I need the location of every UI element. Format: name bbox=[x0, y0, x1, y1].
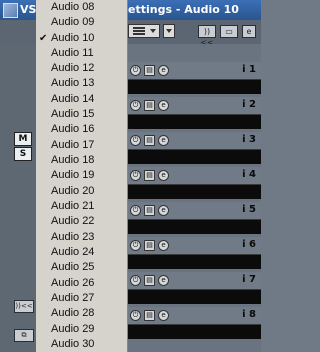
track-row[interactable]: ⏻ ▤ e i 6 bbox=[128, 237, 261, 271]
edit-icon[interactable]: e bbox=[158, 240, 169, 251]
track-header: ⏻ ▤ e i 3 bbox=[128, 132, 261, 149]
track-meter bbox=[128, 79, 261, 94]
track-number: i 3 bbox=[242, 134, 256, 145]
track-header: ⏻ ▤ e i 1 bbox=[128, 62, 261, 79]
edit-icon[interactable]: e bbox=[158, 205, 169, 216]
power-icon[interactable]: ⏻ bbox=[130, 135, 141, 146]
track-meter bbox=[128, 324, 261, 339]
app-icon[interactable] bbox=[3, 3, 18, 18]
menu-item[interactable]: Audio 26 bbox=[36, 276, 128, 291]
track-header: ⏻ ▤ e i 5 bbox=[128, 202, 261, 219]
menu-item[interactable]: Audio 27 bbox=[36, 291, 128, 306]
read-icon[interactable]: ▤ bbox=[144, 310, 155, 321]
track-row[interactable]: ⏻ ▤ e i 2 bbox=[128, 97, 261, 131]
menu-item[interactable]: Audio 28 bbox=[36, 306, 128, 321]
read-icon[interactable]: ▤ bbox=[144, 275, 155, 286]
track-number: i 7 bbox=[242, 274, 256, 285]
track-number: i 2 bbox=[242, 99, 256, 110]
track-header: ⏻ ▤ e i 2 bbox=[128, 97, 261, 114]
power-icon[interactable]: ⏻ bbox=[130, 65, 141, 76]
menu-item[interactable]: Audio 16 bbox=[36, 122, 128, 137]
track-meter bbox=[128, 114, 261, 129]
track-row[interactable]: ⏻ ▤ e i 1 bbox=[128, 62, 261, 96]
menu-item[interactable]: Audio 14 bbox=[36, 92, 128, 107]
track-meter bbox=[128, 289, 261, 304]
menu-item[interactable]: Audio 15 bbox=[36, 107, 128, 122]
read-icon[interactable]: ▤ bbox=[144, 65, 155, 76]
power-icon[interactable]: ⏻ bbox=[130, 240, 141, 251]
track-number: i 5 bbox=[242, 204, 256, 215]
edit-icon[interactable]: e bbox=[158, 170, 169, 181]
window-title: ettings - Audio 10 bbox=[128, 3, 239, 16]
menu-item[interactable]: Audio 19 bbox=[36, 168, 128, 183]
menu-item[interactable]: Audio 22 bbox=[36, 214, 128, 229]
input-monitor-button[interactable]: ))<< bbox=[198, 25, 216, 47]
power-icon[interactable]: ⏻ bbox=[130, 170, 141, 181]
mute-toggle[interactable]: M bbox=[14, 132, 32, 146]
track-header: ⏻ ▤ e i 4 bbox=[128, 167, 261, 184]
menu-item[interactable]: Audio 21 bbox=[36, 199, 128, 214]
menu-item[interactable]: Audio 30 bbox=[36, 337, 128, 352]
power-icon[interactable]: ⏻ bbox=[130, 310, 141, 321]
solo-toggle[interactable]: S bbox=[14, 147, 32, 161]
track-meter bbox=[128, 149, 261, 164]
track-row[interactable]: ⏻ ▤ e i 5 bbox=[128, 202, 261, 236]
track-number: i 6 bbox=[242, 239, 256, 250]
list-lines-icon bbox=[133, 27, 145, 36]
read-icon[interactable]: ▤ bbox=[144, 170, 155, 181]
window-title-prefix: VS bbox=[20, 3, 37, 16]
inspector-strip: M S ))<< ⧉ bbox=[0, 44, 37, 352]
track-header: ⏻ ▤ e i 6 bbox=[128, 237, 261, 254]
menu-item[interactable]: Audio 18 bbox=[36, 153, 128, 168]
edit-icon[interactable]: e bbox=[242, 25, 256, 38]
power-icon[interactable]: ⏻ bbox=[130, 275, 141, 286]
chevron-down-icon bbox=[150, 29, 156, 33]
track-row[interactable]: ⏻ ▤ e i 7 bbox=[128, 272, 261, 306]
menu-item[interactable]: Audio 12 bbox=[36, 61, 128, 76]
view-options-dropdown[interactable] bbox=[128, 24, 160, 38]
power-icon[interactable]: ⏻ bbox=[130, 100, 141, 111]
menu-item[interactable]: Audio 11 bbox=[36, 46, 128, 61]
edit-icon[interactable]: e bbox=[158, 135, 169, 146]
edit-icon[interactable]: e bbox=[158, 275, 169, 286]
menu-item[interactable]: Audio 13 bbox=[36, 76, 128, 91]
track-number: i 1 bbox=[242, 64, 256, 75]
menu-item[interactable]: Audio 09 bbox=[36, 15, 128, 30]
edit-icon[interactable]: e bbox=[158, 100, 169, 111]
layout-button[interactable]: ⧉ bbox=[14, 329, 34, 342]
track-row[interactable]: ⏻ ▤ e i 3 bbox=[128, 132, 261, 166]
menu-item[interactable]: Audio 24 bbox=[36, 245, 128, 260]
channel-dropdown-menu: Audio 08 Audio 09 ✔ Audio 10 Audio 11 Aud… bbox=[36, 0, 128, 352]
chevron-down-icon bbox=[166, 29, 172, 33]
track-meter bbox=[128, 254, 261, 269]
extra-dropdown[interactable] bbox=[163, 24, 175, 38]
menu-item[interactable]: Audio 29 bbox=[36, 322, 128, 337]
track-header: ⏻ ▤ e i 7 bbox=[128, 272, 261, 289]
track-row[interactable]: ⏻ ▤ e i 8 bbox=[128, 307, 261, 341]
track-header: ⏻ ▤ e i 8 bbox=[128, 307, 261, 324]
menu-item[interactable]: Audio 25 bbox=[36, 260, 128, 275]
track-meter bbox=[128, 219, 261, 234]
edit-icon[interactable]: e bbox=[158, 65, 169, 76]
checkmark-icon: ✔ bbox=[39, 33, 48, 44]
menu-item[interactable]: Audio 17 bbox=[36, 138, 128, 153]
menu-item[interactable]: Audio 20 bbox=[36, 184, 128, 199]
track-row[interactable]: ⏻ ▤ e i 4 bbox=[128, 167, 261, 201]
window-layout-button[interactable]: ▭ bbox=[220, 25, 238, 38]
read-icon[interactable]: ▤ bbox=[144, 240, 155, 251]
menu-item[interactable]: ✔ Audio 10 bbox=[36, 31, 128, 46]
monitor-button[interactable]: ))<< bbox=[14, 300, 34, 313]
track-meter bbox=[128, 184, 261, 199]
edit-icon[interactable]: e bbox=[158, 310, 169, 321]
read-icon[interactable]: ▤ bbox=[144, 100, 155, 111]
track-list: ⏻ ▤ e i 1 ⏻ ▤ e i 2 ⏻ ▤ e i 3 ⏻ ▤ e i 4 bbox=[128, 44, 261, 352]
power-icon[interactable]: ⏻ bbox=[130, 205, 141, 216]
track-number: i 4 bbox=[242, 169, 256, 180]
menu-item[interactable]: Audio 08 bbox=[36, 0, 128, 15]
menu-item[interactable]: Audio 23 bbox=[36, 230, 128, 245]
read-icon[interactable]: ▤ bbox=[144, 205, 155, 216]
track-number: i 8 bbox=[242, 309, 256, 320]
read-icon[interactable]: ▤ bbox=[144, 135, 155, 146]
